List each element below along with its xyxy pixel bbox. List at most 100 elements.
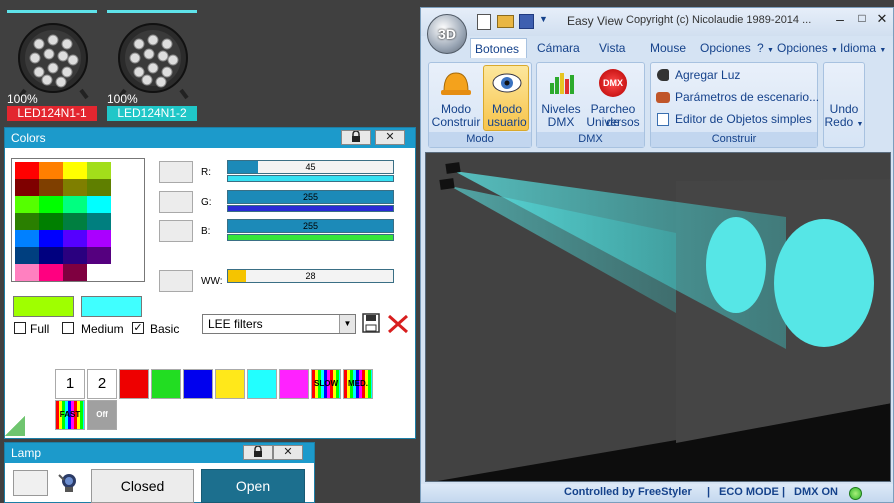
color-swatch[interactable]	[39, 247, 63, 264]
color-swatch[interactable]	[63, 162, 87, 179]
3d-viewport[interactable]	[425, 152, 891, 482]
colors-title-text: Colors	[11, 131, 46, 145]
lamp-lock-button[interactable]	[243, 445, 273, 460]
color-swatch[interactable]	[39, 230, 63, 247]
color-swatch[interactable]	[15, 213, 39, 230]
maximize-button[interactable]: □	[853, 11, 871, 27]
color-swatch[interactable]	[15, 179, 39, 196]
resize-corner-icon[interactable]	[5, 416, 25, 436]
modo-usuario-button[interactable]: Modo usuario	[483, 65, 529, 131]
effect-button[interactable]: 2	[87, 369, 117, 399]
effect-button[interactable]: Off	[87, 400, 117, 430]
color-swatch[interactable]	[87, 213, 111, 230]
channel-color-button[interactable]	[159, 161, 193, 183]
effect-button[interactable]	[279, 369, 309, 399]
channel-color-button[interactable]	[159, 191, 193, 213]
channel-slider[interactable]: 255	[227, 190, 394, 204]
agregar-luz-button[interactable]: Agregar Luz	[655, 67, 815, 85]
color-swatch[interactable]	[39, 264, 63, 281]
channel-color-button[interactable]	[159, 220, 193, 242]
status-dmx: DMX ON	[794, 486, 838, 498]
color-swatch[interactable]	[15, 230, 39, 247]
effect-button[interactable]	[183, 369, 213, 399]
editor-objetos-button[interactable]: Editor de Objetos simples	[655, 111, 817, 129]
niveles-dmx-button[interactable]: Niveles DMX	[539, 65, 583, 131]
color-swatch[interactable]	[87, 196, 111, 213]
medium-label: Medium	[81, 322, 124, 336]
tab-opciones[interactable]: Opciones	[700, 38, 751, 58]
save-icon[interactable]	[519, 14, 534, 29]
lamp-color-box[interactable]	[13, 470, 48, 496]
parcheo-label-2: Universos	[586, 115, 640, 129]
opciones-menu[interactable]: Opciones ▼	[777, 38, 838, 58]
color-swatch[interactable]	[87, 179, 111, 196]
color-swatch[interactable]	[63, 264, 87, 281]
minimize-button[interactable]: –	[831, 11, 849, 27]
color-swatch[interactable]	[63, 230, 87, 247]
window-close-button[interactable]: ✕	[873, 11, 891, 27]
save-filter-button[interactable]	[362, 313, 380, 333]
color-swatch[interactable]	[87, 247, 111, 264]
tab-camara[interactable]: Cámara	[537, 38, 580, 58]
idioma-menu[interactable]: Idioma ▼	[840, 38, 886, 58]
color-swatch[interactable]	[15, 196, 39, 213]
app-orb-button[interactable]: 3D	[427, 14, 467, 54]
effect-button[interactable]: FAST	[55, 400, 85, 430]
effect-button[interactable]	[119, 369, 149, 399]
basic-checkbox[interactable]: ✓	[132, 322, 144, 334]
lamp-closed-button[interactable]: Closed	[91, 469, 194, 503]
fixture-2[interactable]: 100% LED124N1-2	[107, 10, 199, 122]
color-swatch[interactable]	[15, 264, 39, 281]
medium-checkbox[interactable]	[62, 322, 74, 334]
effect-button[interactable]: SLOW	[311, 369, 341, 399]
channel-label: B:	[201, 226, 211, 237]
color-swatch[interactable]	[39, 179, 63, 196]
color-swatch[interactable]	[63, 179, 87, 196]
lamp-close-button[interactable]: ✕	[273, 445, 303, 460]
tab-vista[interactable]: Vista	[599, 38, 625, 58]
chevron-down-icon: ▼	[831, 47, 838, 54]
effect-button[interactable]	[215, 369, 245, 399]
fixture-1-name: LED124N1-1	[7, 106, 97, 121]
fixture-1[interactable]: 100% LED124N1-1	[7, 10, 99, 122]
full-label: Full	[30, 322, 50, 336]
color-swatch[interactable]	[63, 213, 87, 230]
redo-button[interactable]: Redo ▼	[824, 116, 864, 130]
color-swatch[interactable]	[63, 196, 87, 213]
channel-slider[interactable]: 255	[227, 219, 394, 233]
color-swatch[interactable]	[39, 213, 63, 230]
color-swatch[interactable]	[15, 162, 39, 179]
channel-slider[interactable]: 45	[227, 160, 394, 174]
effect-button[interactable]	[247, 369, 277, 399]
modo-construir-button[interactable]: Modo Construir	[431, 65, 481, 131]
full-checkbox[interactable]	[14, 322, 26, 334]
quick-access-chevron-icon[interactable]: ▼	[539, 14, 548, 24]
new-file-icon[interactable]	[477, 14, 491, 30]
color-swatch[interactable]	[39, 162, 63, 179]
fixture-2-name: LED124N1-2	[107, 106, 197, 121]
filter-select[interactable]: LEE filters ▼	[202, 314, 356, 334]
color-swatch[interactable]	[39, 196, 63, 213]
color-swatch[interactable]	[87, 230, 111, 247]
channel-color-button[interactable]	[159, 270, 193, 292]
effect-button[interactable]: MED.	[343, 369, 373, 399]
color-swatch[interactable]	[87, 162, 111, 179]
open-folder-icon[interactable]	[497, 15, 514, 28]
color-swatch[interactable]	[15, 247, 39, 264]
channel-slider[interactable]: 28	[227, 269, 394, 283]
construir-group-caption: Construir	[651, 132, 817, 147]
color-swatch[interactable]	[87, 264, 111, 281]
effect-button[interactable]: 1	[55, 369, 85, 399]
parcheo-universos-button[interactable]: DMX Parcheo de Universos	[583, 65, 643, 131]
effect-button[interactable]	[151, 369, 181, 399]
close-button[interactable]: ✕	[375, 130, 405, 145]
color-swatch[interactable]	[63, 247, 87, 264]
help-menu[interactable]: ? ▼	[757, 38, 774, 58]
tab-botones[interactable]: Botones e	[470, 38, 527, 58]
lock-button[interactable]	[341, 130, 371, 145]
tab-mouse[interactable]: Mouse	[650, 38, 686, 58]
lamp-open-button[interactable]: Open	[201, 469, 305, 503]
color-preview-secondary	[81, 296, 142, 317]
delete-filter-button[interactable]	[387, 314, 409, 334]
parametros-escenario-button[interactable]: Parámetros de escenario...	[655, 89, 819, 107]
